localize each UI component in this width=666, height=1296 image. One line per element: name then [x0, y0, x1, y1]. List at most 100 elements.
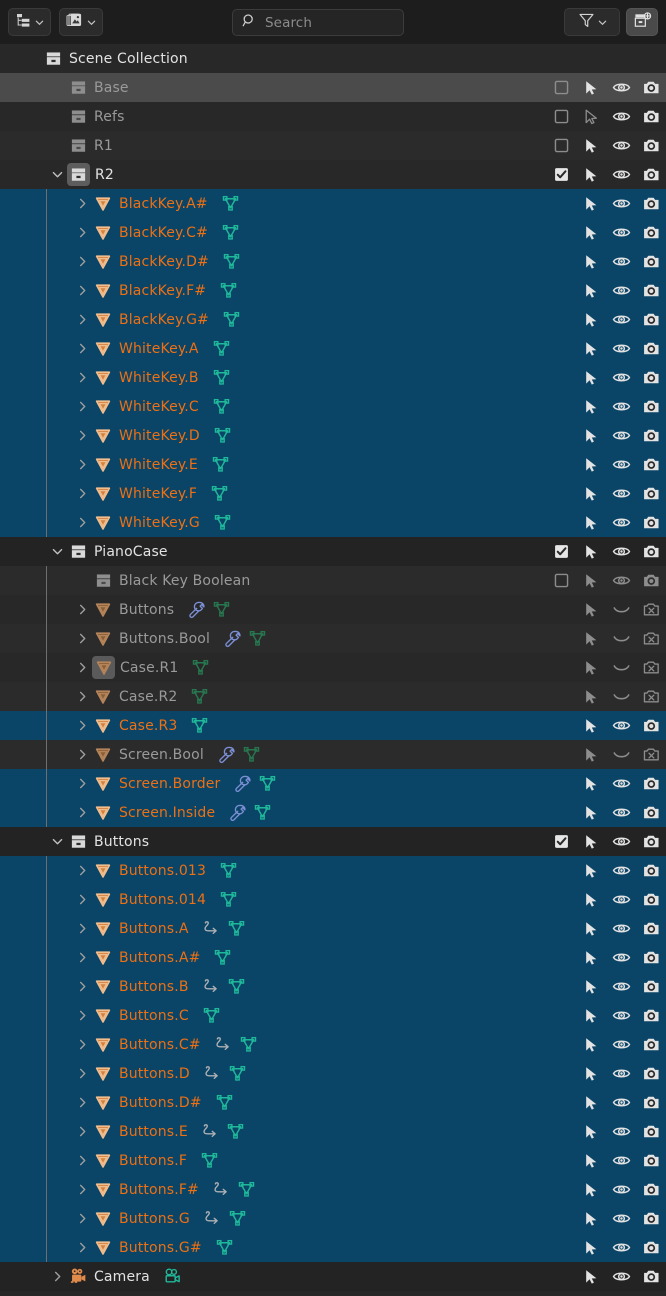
eye-open-toggle[interactable] [606, 479, 636, 508]
cursor-select-toggle[interactable] [576, 1204, 606, 1233]
outliner-row-object[interactable]: Buttons.D# [0, 1088, 666, 1117]
cursor-select-toggle[interactable] [576, 769, 606, 798]
camera-data-icon[interactable] [162, 1266, 183, 1287]
eye-open-toggle[interactable] [606, 73, 636, 102]
outliner-row-object[interactable]: Buttons.A [0, 914, 666, 943]
mesh-data-icon[interactable] [210, 454, 231, 475]
camera-toggle[interactable] [636, 363, 666, 392]
animation-action-icon[interactable] [211, 1179, 232, 1200]
disclosure-collapsed-icon[interactable] [72, 421, 92, 450]
camera-toggle[interactable] [636, 943, 666, 972]
disclosure-collapsed-icon[interactable] [72, 769, 92, 798]
checkbox-toggle[interactable] [546, 827, 576, 856]
mesh-data-icon[interactable] [189, 715, 210, 736]
outliner-row-object[interactable]: Screen.Border [0, 769, 666, 798]
camera-toggle[interactable] [636, 740, 666, 769]
mesh-data-icon[interactable] [189, 686, 210, 707]
animation-action-icon[interactable] [202, 1208, 223, 1229]
eye-open-toggle[interactable] [606, 450, 636, 479]
eye-open-toggle[interactable] [606, 160, 636, 189]
outliner-row-object[interactable]: Buttons [0, 595, 666, 624]
eye-open-toggle[interactable] [606, 247, 636, 276]
eye-open-toggle[interactable] [606, 1204, 636, 1233]
disclosure-collapsed-icon[interactable] [72, 363, 92, 392]
camera-toggle[interactable] [636, 972, 666, 1001]
disclosure-collapsed-icon[interactable] [72, 1088, 92, 1117]
camera-toggle[interactable] [636, 885, 666, 914]
eye-open-toggle[interactable] [606, 363, 636, 392]
disclosure-collapsed-icon[interactable] [72, 276, 92, 305]
camera-toggle[interactable] [636, 421, 666, 450]
camera-toggle[interactable] [636, 1233, 666, 1262]
eye-open-toggle[interactable] [606, 711, 636, 740]
eye-open-toggle[interactable] [606, 1030, 636, 1059]
mesh-data-icon[interactable] [211, 599, 232, 620]
disclosure-collapsed-icon[interactable] [72, 740, 92, 769]
eye-open-toggle[interactable] [606, 102, 636, 131]
eye-open-toggle[interactable] [606, 508, 636, 537]
mesh-data-icon[interactable] [212, 425, 233, 446]
animation-action-icon[interactable] [213, 1034, 234, 1055]
cursor-select-toggle[interactable] [576, 682, 606, 711]
outliner-row-object[interactable]: Buttons.D [0, 1059, 666, 1088]
outliner-row-collection[interactable]: Black Key Boolean [0, 566, 666, 595]
outliner-row-object[interactable]: Screen.Inside [0, 798, 666, 827]
disclosure-collapsed-icon[interactable] [72, 1175, 92, 1204]
camera-toggle[interactable] [636, 247, 666, 276]
outliner-row-object[interactable]: Case.R2 [0, 682, 666, 711]
mesh-data-icon[interactable] [211, 396, 232, 417]
cursor-select-toggle[interactable] [576, 1001, 606, 1030]
outliner-row-object[interactable]: Screen.Bool [0, 740, 666, 769]
eye-open-toggle[interactable] [606, 566, 636, 595]
mesh-data-icon[interactable] [226, 918, 247, 939]
outliner-row-collection[interactable]: PianoCase [0, 537, 666, 566]
outliner-row-object[interactable]: WhiteKey.D [0, 421, 666, 450]
outliner-row-object[interactable]: Buttons.C# [0, 1030, 666, 1059]
outliner-row-object[interactable]: Case.R1 [0, 653, 666, 682]
disclosure-expanded-icon[interactable] [47, 537, 67, 566]
search-input[interactable]: Search [232, 9, 404, 36]
outliner-row-object[interactable]: WhiteKey.F [0, 479, 666, 508]
disclosure-collapsed-icon[interactable] [72, 885, 92, 914]
eye-open-toggle[interactable] [606, 943, 636, 972]
mesh-data-icon[interactable] [199, 1150, 220, 1171]
outliner-row-object[interactable]: BlackKey.A# [0, 189, 666, 218]
display-mode-dropdown[interactable] [8, 8, 51, 36]
cursor-select-toggle[interactable] [576, 1088, 606, 1117]
disclosure-collapsed-icon[interactable] [72, 508, 92, 537]
animation-action-icon[interactable] [200, 1121, 221, 1142]
disclosure-collapsed-icon[interactable] [72, 305, 92, 334]
camera-toggle[interactable] [636, 305, 666, 334]
cursor-select-toggle[interactable] [576, 566, 606, 595]
outliner-row-object[interactable]: Buttons.E [0, 1117, 666, 1146]
disclosure-collapsed-icon[interactable] [72, 218, 92, 247]
cursor-select-toggle[interactable] [576, 943, 606, 972]
eye-open-toggle[interactable] [606, 334, 636, 363]
cursor-select-toggle[interactable] [576, 1146, 606, 1175]
outliner-row-object[interactable]: Buttons.Bool [0, 624, 666, 653]
outliner-tree[interactable]: Scene Collection Base Refs R1 R2 BlackKey.A# B… [0, 44, 666, 1296]
outliner-row-collection[interactable]: Base [0, 73, 666, 102]
outliner-row-object[interactable]: Buttons.G# [0, 1233, 666, 1262]
eye-open-toggle[interactable] [606, 305, 636, 334]
camera-toggle[interactable] [636, 102, 666, 131]
cursor-select-toggle[interactable] [576, 653, 606, 682]
camera-toggle[interactable] [636, 682, 666, 711]
camera-toggle[interactable] [636, 827, 666, 856]
cursor-select-toggle[interactable] [576, 73, 606, 102]
outliner-row-object[interactable]: Buttons.A# [0, 943, 666, 972]
camera-toggle[interactable] [636, 450, 666, 479]
mesh-data-icon[interactable] [241, 744, 262, 765]
outliner-row-collection[interactable]: Refs [0, 102, 666, 131]
modifier-wrench-icon[interactable] [232, 773, 253, 794]
camera-toggle[interactable] [636, 479, 666, 508]
eye-open-toggle[interactable] [606, 856, 636, 885]
mesh-data-icon[interactable] [214, 1092, 235, 1113]
disclosure-collapsed-icon[interactable] [72, 914, 92, 943]
mesh-data-icon[interactable] [218, 860, 239, 881]
disclosure-collapsed-icon[interactable] [72, 682, 92, 711]
eye-open-toggle[interactable] [606, 421, 636, 450]
eye-open-toggle[interactable] [606, 392, 636, 421]
cursor-select-toggle[interactable] [576, 885, 606, 914]
mesh-data-icon[interactable] [221, 309, 242, 330]
